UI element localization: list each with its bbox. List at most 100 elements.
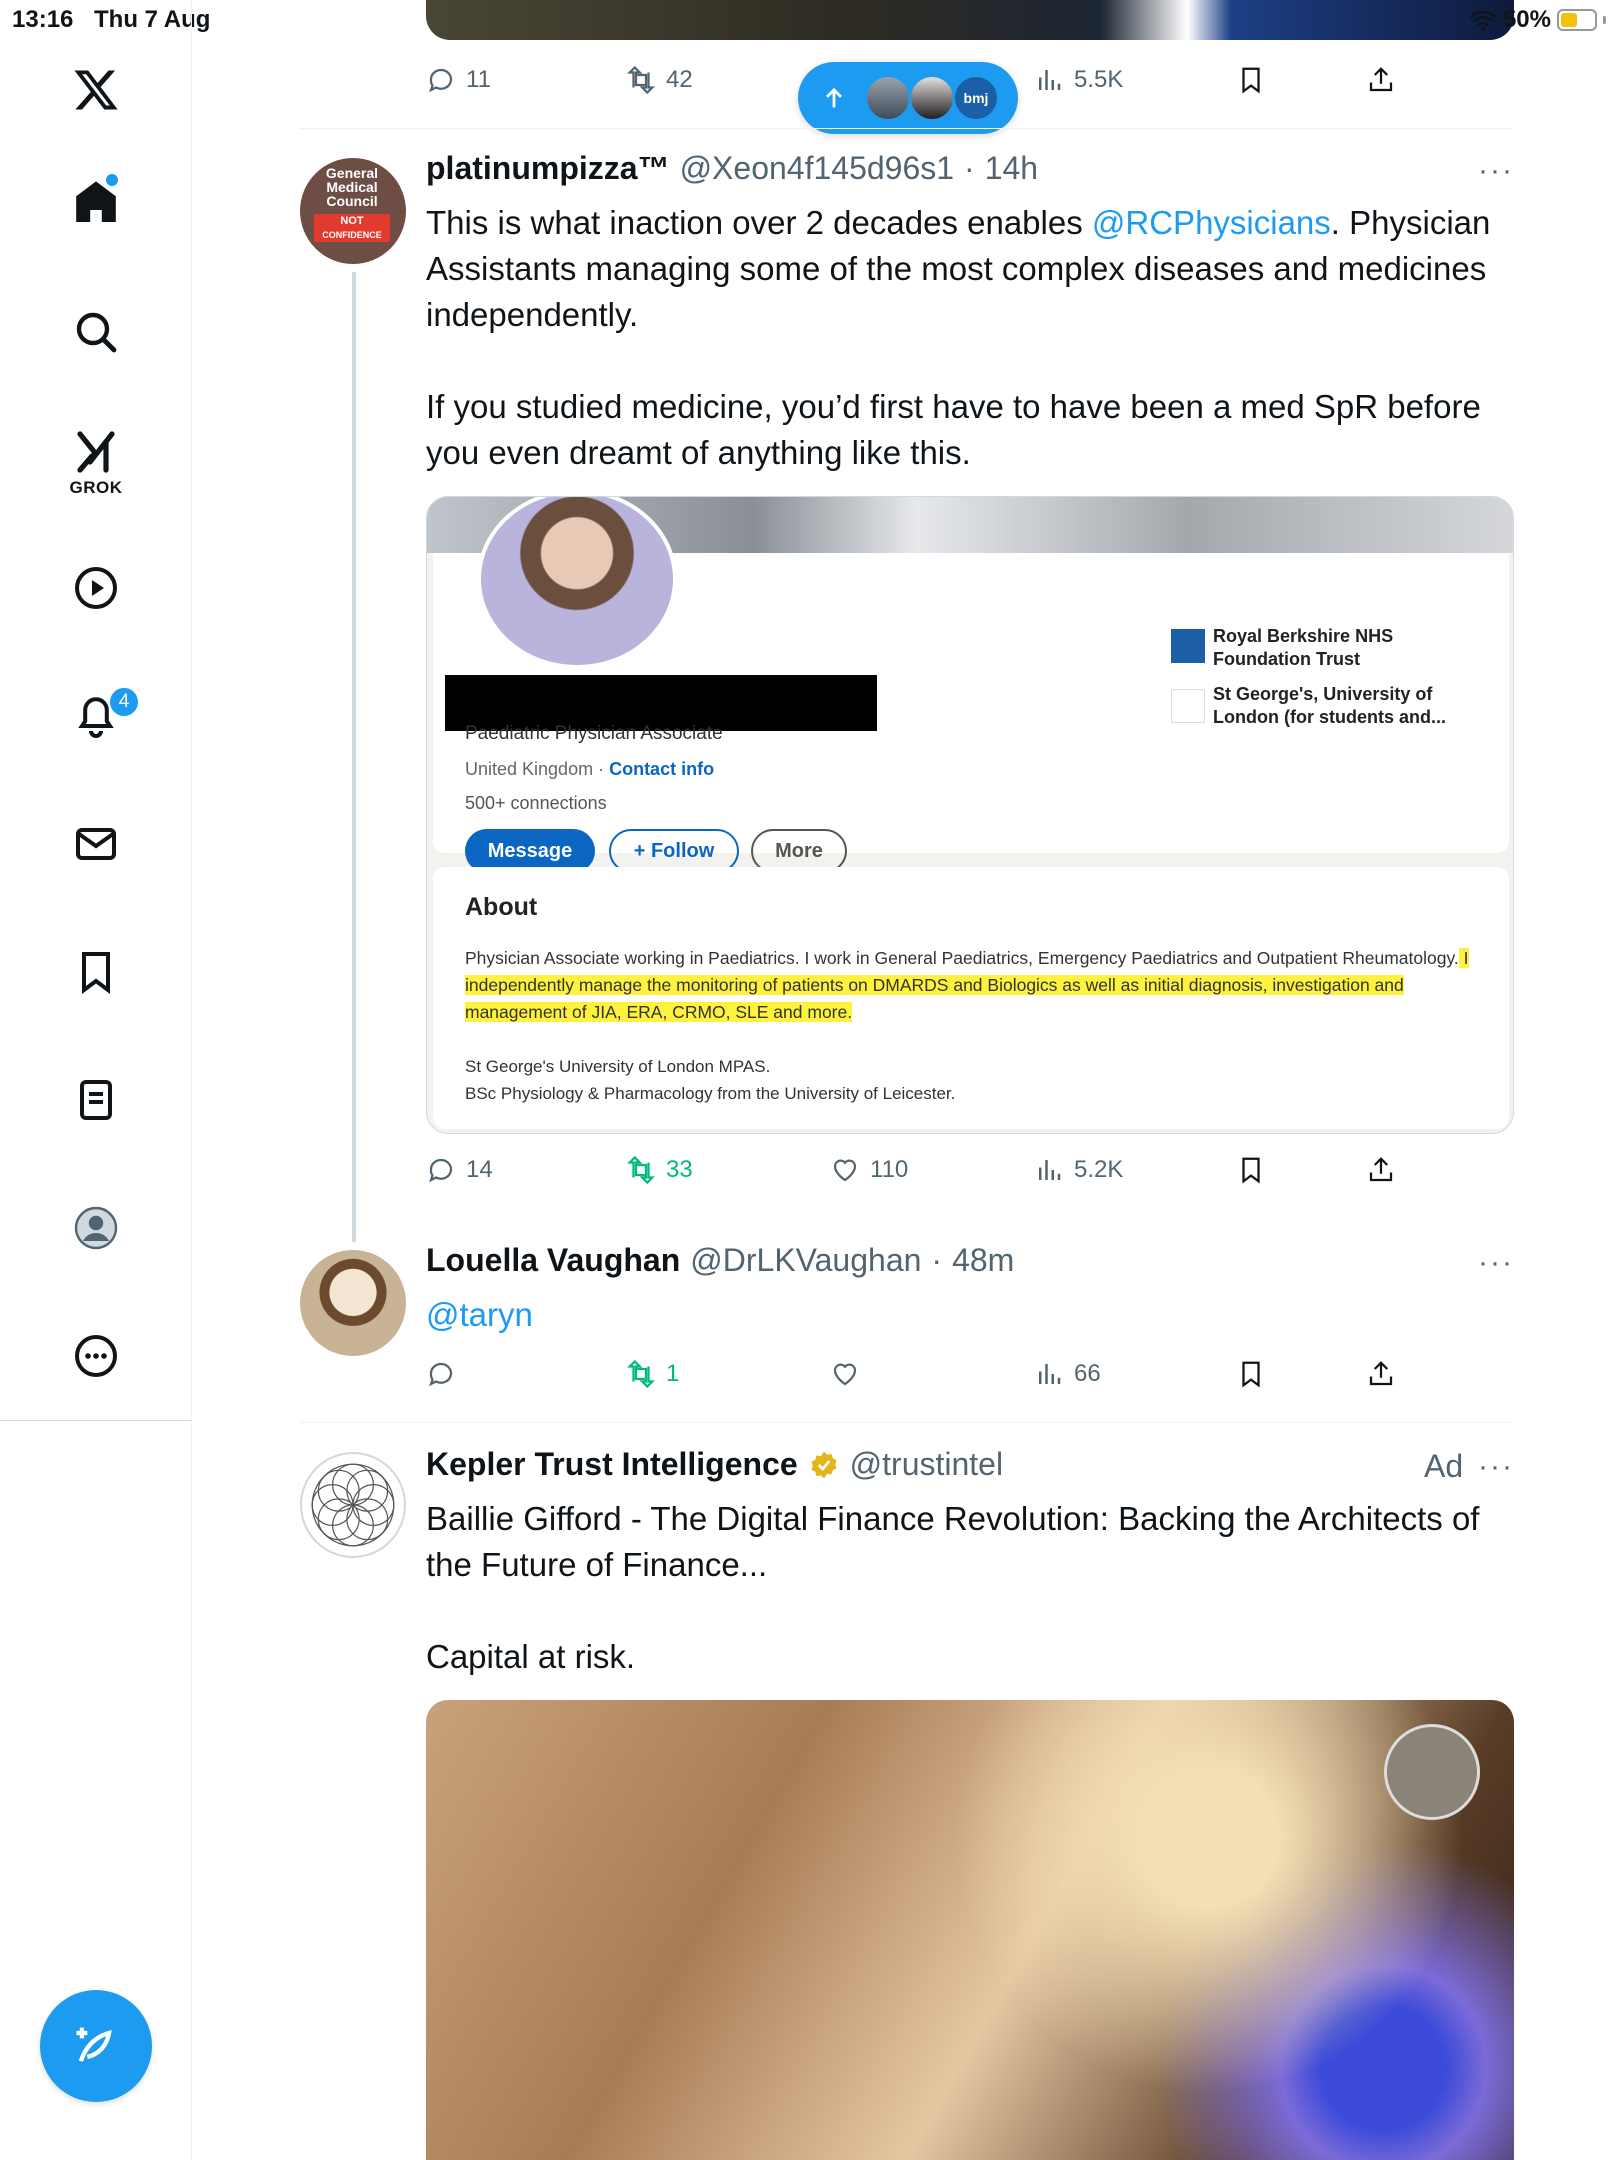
previous-tweet-image[interactable] [426,0,1514,40]
wifi-icon [1470,10,1496,31]
author-handle[interactable]: @Xeon4f145d96s1 [680,150,954,187]
tweet-text-part: This is what inaction over 2 decades ena… [426,204,1092,241]
bookmark-button[interactable] [1236,1352,1266,1396]
pill-avatar [864,74,912,122]
li-education-1: St George's University of London MPAS. [465,1057,771,1076]
retweet-icon [627,1359,655,1389]
share-button[interactable] [1366,1352,1396,1396]
avatar-text: NOT [314,214,390,228]
tweet-header: Louella Vaughan @DrLKVaughan · 48m [426,1242,1015,1279]
avatar-platinumpizza[interactable]: General Medical Council NOT CONFIDENCE [300,158,406,264]
tweet-actions: 14 33 110 5.2K [426,1148,1426,1192]
views-button[interactable]: 66 [1034,1352,1101,1396]
tweet-header: Kepler Trust Intelligence @trustintel [426,1446,1003,1483]
avatar-text: Council [326,193,378,209]
li-connections: 500+ connections [465,793,607,813]
share-icon [1369,1361,1393,1386]
views-count: 5.5K [1074,66,1124,93]
bookmark-button[interactable] [1236,58,1266,102]
status-right: 50% [1469,6,1606,34]
avatar-louella-vaughan[interactable] [300,1250,406,1356]
more-icon [75,1335,117,1377]
share-button[interactable] [1366,58,1396,102]
views-button[interactable]: 5.2K [1034,1148,1123,1192]
li-profile-section: Paediatric Physician Associate United Ki… [433,497,1509,873]
retweet-count: 1 [666,1360,680,1387]
grok-icon [77,431,115,473]
x-logo-icon[interactable] [56,50,136,130]
ad-image[interactable] [426,1700,1514,2160]
sidebar-item-bookmarks[interactable] [56,932,136,1012]
li-about-text: Physician Associate working in Paediatri… [465,948,1469,1022]
battery-percent: 50% [1502,6,1551,33]
sidebar-item-lists[interactable] [56,1060,136,1140]
ad-image-logo [1384,1724,1480,1820]
more-options-button[interactable]: ··· [1478,154,1514,188]
compose-icon [76,2027,112,2062]
author-handle[interactable]: @trustintel [850,1446,1003,1483]
thread-line [352,272,356,1242]
new-posts-pill[interactable]: bmj [798,62,1018,134]
reply-button[interactable]: 14 [426,1148,493,1192]
views-icon [1039,1364,1061,1384]
tweet-time[interactable]: 48m [952,1242,1014,1279]
more-options-button[interactable]: ··· [1478,1450,1514,1484]
university-crest-icon [1171,689,1205,723]
author-name[interactable]: Louella Vaughan [426,1242,680,1279]
tweet-time[interactable]: 14h [985,150,1038,187]
nhs-logo-icon [1171,629,1205,663]
tweet-text-part: . Physician Assistants managing some of … [426,204,1491,471]
sidebar-item-more[interactable] [56,1316,136,1396]
more-options-button[interactable]: ··· [1478,1246,1514,1280]
author-name[interactable]: Kepler Trust Intelligence [426,1446,798,1483]
sidebar-item-video[interactable] [56,548,136,628]
like-icon [833,1363,857,1386]
sidebar-divider [0,1420,192,1421]
sidebar-item-home[interactable] [56,162,136,242]
li-location: United Kingdom · Contact info [465,759,715,779]
author-handle[interactable]: @DrLKVaughan [690,1242,921,1279]
avatar-kepler-trust[interactable] [300,1452,406,1558]
reply-button[interactable] [426,1352,456,1396]
tweet-text[interactable]: @taryn [426,1292,1516,1338]
bookmark-button[interactable] [1236,1148,1266,1192]
sidebar-item-messages[interactable] [56,804,136,884]
pill-avatar-bmj: bmj [952,74,1000,122]
share-icon [1369,1157,1393,1182]
like-button[interactable]: 110 [830,1148,908,1192]
reply-icon [429,1158,453,1183]
li-contact-info: Contact info [609,759,715,779]
tweet-actions: 1 66 [426,1352,1426,1396]
views-button[interactable]: 5.5K [1034,58,1123,102]
retweet-button[interactable]: 42 [626,58,693,102]
views-count: 66 [1074,1360,1101,1387]
sidebar-item-profile[interactable] [56,1188,136,1268]
retweet-button[interactable]: 1 [626,1352,679,1396]
share-icon [1369,67,1393,92]
retweet-button[interactable]: 33 [626,1148,693,1192]
grok-label: GROK [69,478,123,497]
bookmark-icon [1242,67,1260,94]
share-button[interactable] [1366,1148,1396,1192]
search-icon [76,312,117,353]
sidebar: GROK 4 [0,0,192,2160]
battery-icon [1557,9,1597,31]
arrow-up-icon [826,87,842,108]
tweet-text: This is what inaction over 2 decades ena… [426,200,1516,476]
sidebar-item-explore[interactable] [56,292,136,372]
mail-icon [76,828,116,860]
pill-avatar [908,74,956,122]
mention-link[interactable]: @RCPhysicians [1092,204,1331,241]
author-name[interactable]: platinumpizza™ [426,150,670,187]
like-button[interactable] [830,1352,860,1396]
tweet-image-linkedin-screenshot[interactable]: Paediatric Physician Associate United Ki… [426,496,1514,1134]
compose-button[interactable] [40,1990,152,2102]
bookmark-icon [82,952,110,994]
reply-button[interactable]: 11 [426,58,491,102]
li-org-2: St George's, University of London (for s… [1213,684,1446,727]
avatar-text: Medical [326,179,378,195]
reply-count: 11 [466,66,491,93]
list-icon [80,1080,112,1120]
reply-icon [429,1362,453,1387]
feed-divider [300,1422,1514,1423]
